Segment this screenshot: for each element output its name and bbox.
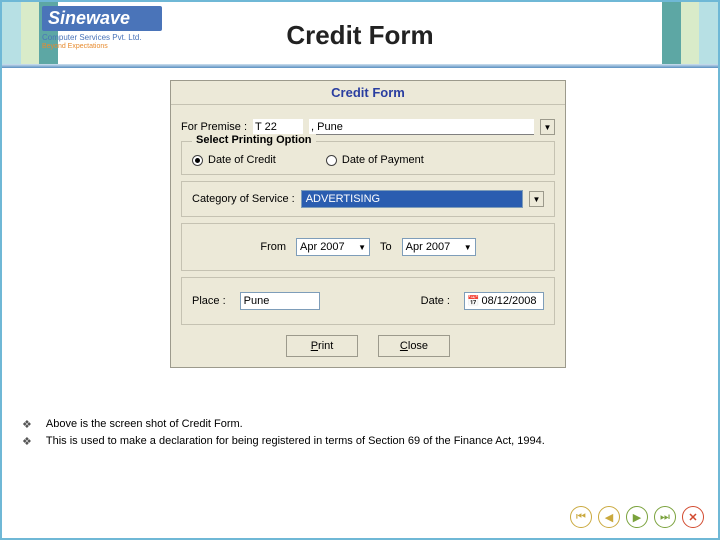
premise-dropdown-button[interactable]: ▼ xyxy=(540,119,555,135)
premise-rest[interactable]: , Pune xyxy=(309,119,534,135)
brand-sub: Computer Services Pvt. Ltd. xyxy=(42,33,162,42)
from-label: From xyxy=(260,241,286,253)
radio-label: Date of Credit xyxy=(208,154,276,166)
category-label: Category of Service : xyxy=(192,193,295,205)
radio-icon[interactable] xyxy=(326,155,337,166)
place-label: Place : xyxy=(192,295,226,307)
radio-icon[interactable] xyxy=(192,155,203,166)
category-fieldset: Category of Service : ADVERTISING ▼ xyxy=(181,181,555,217)
calendar-icon: 📅 xyxy=(467,296,479,307)
radio-date-of-payment[interactable]: Date of Payment xyxy=(326,154,424,166)
radio-date-of-credit[interactable]: Date of Credit xyxy=(192,154,276,166)
date-label: Date : xyxy=(421,295,450,307)
chevron-down-icon[interactable]: ▼ xyxy=(358,243,366,252)
credit-form-dialog: Credit Form For Premise : T 22 , Pune ▼ … xyxy=(170,80,566,368)
radio-label: Date of Payment xyxy=(342,154,424,166)
printing-option-fieldset: Select Printing Option Date of Credit Da… xyxy=(181,141,555,175)
category-select[interactable]: ADVERTISING xyxy=(301,190,523,208)
to-label: To xyxy=(380,241,392,253)
nav-last-button[interactable]: ⏭ xyxy=(654,506,676,528)
nav-first-button[interactable]: ⏮ xyxy=(570,506,592,528)
bullet-item: ❖ This is used to make a declaration for… xyxy=(22,435,658,448)
slide-header: Sinewave Computer Services Pvt. Ltd. Bey… xyxy=(2,2,718,68)
date-input[interactable]: 📅 08/12/2008 xyxy=(464,292,544,310)
place-input[interactable]: Pune xyxy=(240,292,320,310)
dialog-title: Credit Form xyxy=(171,81,565,105)
page-title: Credit Form xyxy=(286,20,433,51)
nav-next-button[interactable]: ▶ xyxy=(626,506,648,528)
header-stripes-right xyxy=(662,2,718,68)
printing-legend: Select Printing Option xyxy=(192,134,316,146)
bullet-icon: ❖ xyxy=(22,418,32,431)
header-divider xyxy=(2,64,718,68)
brand-logo: Sinewave Computer Services Pvt. Ltd. Bey… xyxy=(42,6,162,50)
from-date-value: Apr 2007 xyxy=(300,241,345,253)
from-date-select[interactable]: Apr 2007 ▼ xyxy=(296,238,370,256)
slide-nav: ⏮ ◀ ▶ ⏭ ✕ xyxy=(570,506,704,528)
nav-prev-button[interactable]: ◀ xyxy=(598,506,620,528)
date-value: 08/12/2008 xyxy=(481,295,536,307)
brand-tagline: Beyond Expectations xyxy=(42,43,162,50)
print-button[interactable]: Print xyxy=(286,335,358,357)
premise-row: For Premise : T 22 , Pune ▼ xyxy=(181,119,555,135)
nav-close-button[interactable]: ✕ xyxy=(682,506,704,528)
description-bullets: ❖ Above is the screen shot of Credit For… xyxy=(22,414,658,452)
close-button[interactable]: Close xyxy=(378,335,450,357)
chevron-down-icon[interactable]: ▼ xyxy=(464,243,472,252)
category-dropdown-button[interactable]: ▼ xyxy=(529,191,544,207)
to-date-select[interactable]: Apr 2007 ▼ xyxy=(402,238,476,256)
period-fieldset: From Apr 2007 ▼ To Apr 2007 ▼ xyxy=(181,223,555,271)
bullet-item: ❖ Above is the screen shot of Credit For… xyxy=(22,418,658,431)
bullet-text: Above is the screen shot of Credit Form. xyxy=(46,418,243,431)
bullet-text: This is used to make a declaration for b… xyxy=(46,435,545,448)
premise-label: For Premise : xyxy=(181,121,247,133)
premise-value[interactable]: T 22 xyxy=(253,119,303,135)
bullet-icon: ❖ xyxy=(22,435,32,448)
place-date-fieldset: Place : Pune Date : 📅 08/12/2008 xyxy=(181,277,555,325)
to-date-value: Apr 2007 xyxy=(406,241,451,253)
brand-name: Sinewave xyxy=(42,6,162,31)
